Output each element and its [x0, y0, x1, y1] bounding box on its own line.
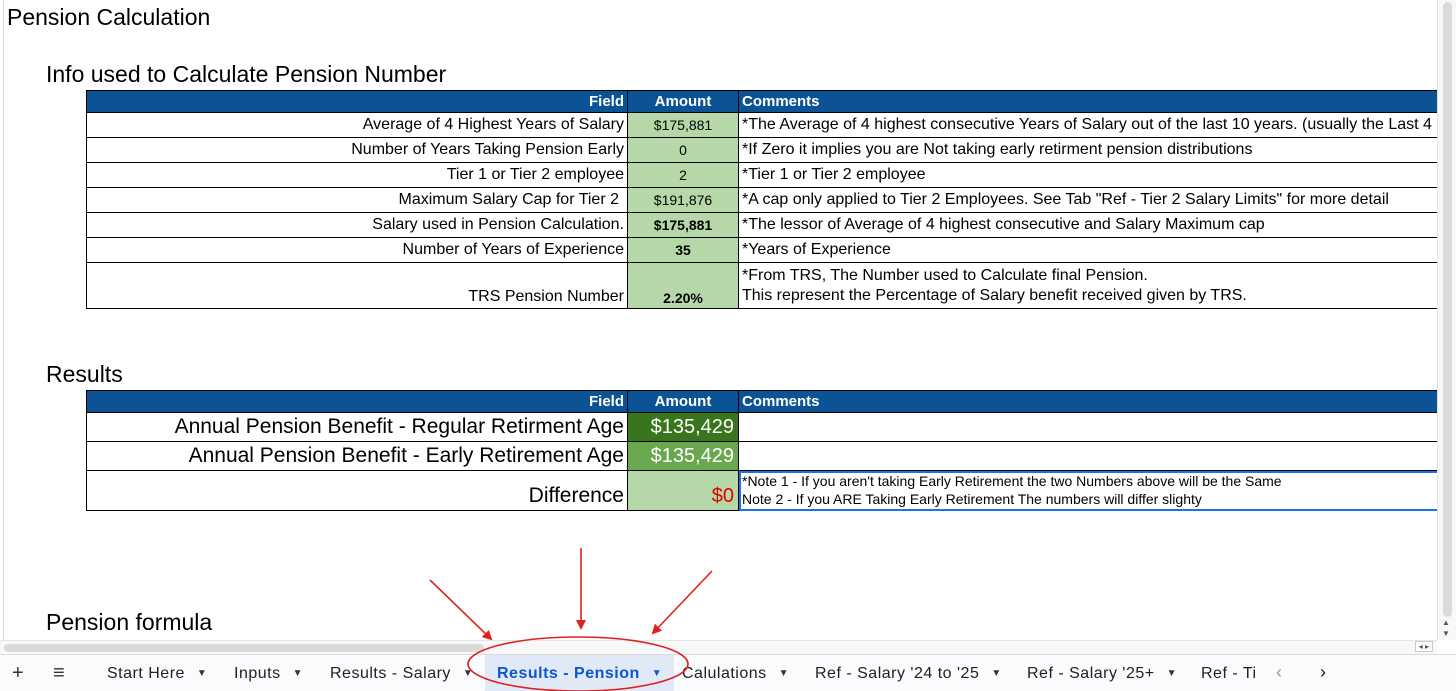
field-cell[interactable]: TRS Pension Number — [86, 262, 628, 309]
caret-down-icon[interactable]: ▼ — [1167, 668, 1177, 679]
header-comments[interactable]: Comments — [738, 390, 1439, 413]
vertical-scroll-thumb[interactable] — [1443, 2, 1452, 617]
page-title: Pension Calculation — [7, 4, 211, 30]
note-line: Note 2 - If you ARE Taking Early Retirem… — [742, 491, 1202, 507]
tab-label: Start Here — [107, 664, 185, 682]
sheet-tab-bar: + ≡ Start Here ▼ Inputs ▼ Results - Salary… — [0, 654, 1456, 691]
caret-down-icon[interactable]: ▼ — [463, 668, 473, 679]
caret-down-icon[interactable]: ▼ — [991, 668, 1001, 679]
comment-line: *From TRS, The Number used to Calculate … — [742, 266, 1148, 284]
header-field[interactable]: Field — [86, 390, 628, 413]
scroll-up-icon[interactable]: ▲ — [1442, 618, 1450, 627]
amount-cell[interactable]: 35 — [627, 237, 739, 263]
field-cell[interactable]: Salary used in Pension Calculation. — [86, 212, 628, 238]
tab-inputs[interactable]: Inputs ▼ — [234, 655, 303, 691]
results-table: Field Amount Comments Annual Pension Ben… — [86, 390, 1439, 511]
amount-cell[interactable]: 0 — [627, 137, 739, 163]
comment-cell[interactable] — [738, 441, 1439, 471]
field-cell[interactable]: Number of Years Taking Pension Early — [86, 137, 628, 163]
field-cell[interactable]: Number of Years of Experience — [86, 237, 628, 263]
tab-ref-ti[interactable]: Ref - Ti — [1201, 655, 1258, 691]
table-row: Difference $0 *Note 1 - If you aren't ta… — [86, 470, 1439, 511]
vertical-scrollbar[interactable]: ▲ ▼ — [1437, 0, 1456, 640]
field-cell[interactable]: Average of 4 Highest Years of Salary — [86, 112, 628, 138]
field-cell[interactable]: Annual Pension Benefit - Early Retiremen… — [86, 441, 628, 471]
tab-results-salary[interactable]: Results - Salary ▼ — [330, 655, 473, 691]
comment-cell[interactable]: *The lessor of Average of 4 highest cons… — [738, 212, 1439, 238]
table-row: Annual Pension Benefit - Regular Retirme… — [86, 412, 1439, 442]
comment-cell[interactable]: *If Zero it implies you are Not taking e… — [738, 137, 1439, 163]
tab-ref-salary-25-plus[interactable]: Ref - Salary '25+ ▼ — [1027, 655, 1177, 691]
field-cell[interactable]: Annual Pension Benefit - Regular Retirme… — [86, 412, 628, 442]
table-row: Average of 4 Highest Years of Salary $17… — [86, 112, 1439, 138]
header-comments[interactable]: Comments — [738, 90, 1439, 113]
formula-section-title: Pension formula — [46, 609, 213, 635]
amount-cell[interactable]: 2.20% — [627, 262, 739, 309]
header-amount[interactable]: Amount — [627, 390, 739, 413]
tab-results-pension[interactable]: Results - Pension ▼ — [485, 655, 675, 691]
info-table-header: Field Amount Comments — [86, 90, 1439, 113]
header-field[interactable]: Field — [86, 90, 628, 113]
comment-cell[interactable]: *Years of Experience — [738, 237, 1439, 263]
tab-label: Results - Pension — [497, 664, 640, 682]
table-row: Tier 1 or Tier 2 employee 2 *Tier 1 or T… — [86, 162, 1439, 188]
tab-label: Ref - Salary '25+ — [1027, 664, 1155, 682]
tab-calulations[interactable]: Calulations ▼ — [682, 655, 789, 691]
comment-cell[interactable] — [738, 412, 1439, 442]
tab-label: Ref - Ti — [1201, 664, 1257, 682]
tab-label: Ref - Salary '24 to '25 — [815, 664, 980, 682]
amount-cell[interactable]: $191,876 — [627, 187, 739, 213]
table-row: TRS Pension Number 2.20% *From TRS, The … — [86, 262, 1439, 309]
tab-label: Results - Salary — [330, 664, 451, 682]
red-arrow-right-icon — [651, 570, 713, 635]
caret-down-icon[interactable]: ▼ — [652, 668, 662, 679]
header-amount[interactable]: Amount — [627, 90, 739, 113]
table-row: Number of Years Taking Pension Early 0 *… — [86, 137, 1439, 163]
amount-cell[interactable]: $175,881 — [627, 112, 739, 138]
horizontal-scrollbar[interactable]: ◂ ▸ — [0, 640, 1437, 654]
amount-cell[interactable]: $135,429 — [627, 441, 739, 471]
comment-cell[interactable]: *The Average of 4 highest consecutive Ye… — [738, 112, 1439, 138]
scroll-down-icon[interactable]: ▼ — [1442, 629, 1450, 638]
field-cell[interactable]: Tier 1 or Tier 2 employee — [86, 162, 628, 188]
field-cell[interactable]: Maximum Salary Cap for Tier 2 — [86, 187, 628, 213]
results-table-header: Field Amount Comments — [86, 390, 1439, 413]
info-table: Field Amount Comments Average of 4 Highe… — [86, 90, 1439, 309]
caret-down-icon[interactable]: ▼ — [197, 668, 207, 679]
add-sheet-icon[interactable]: + — [12, 662, 24, 685]
red-arrow-left-icon — [429, 579, 493, 641]
comment-cell[interactable]: *A cap only applied to Tier 2 Employees.… — [738, 187, 1439, 213]
horizontal-scroll-thumb[interactable] — [4, 644, 484, 652]
comment-cell[interactable]: *Tier 1 or Tier 2 employee — [738, 162, 1439, 188]
tab-label: Inputs — [234, 664, 281, 682]
amount-cell[interactable]: $135,429 — [627, 412, 739, 442]
table-row: Number of Years of Experience 35 *Years … — [86, 237, 1439, 263]
comment-cell[interactable]: *From TRS, The Number used to Calculate … — [738, 262, 1439, 309]
tab-label: Calulations — [682, 664, 767, 682]
difference-amount-cell[interactable]: $0 — [627, 470, 739, 511]
selected-comment-cell[interactable]: *Note 1 - If you aren't taking Early Ret… — [738, 470, 1439, 511]
results-section-title: Results — [46, 361, 123, 387]
note-line: *Note 1 - If you aren't taking Early Ret… — [742, 473, 1282, 489]
amount-cell[interactable]: $175,881 — [627, 212, 739, 238]
field-cell[interactable]: Difference — [86, 470, 628, 511]
sheet-left-border — [0, 0, 4, 645]
caret-down-icon[interactable]: ▼ — [293, 668, 303, 679]
table-row: Annual Pension Benefit - Early Retiremen… — [86, 441, 1439, 471]
amount-cell[interactable]: 2 — [627, 162, 739, 188]
scroll-tabs-left-icon[interactable]: ‹ — [1276, 662, 1282, 683]
comment-line: This represent the Percentage of Salary … — [742, 286, 1247, 304]
tab-ref-salary-24-25[interactable]: Ref - Salary '24 to '25 ▼ — [815, 655, 1002, 691]
table-row: Maximum Salary Cap for Tier 2 $191,876 *… — [86, 187, 1439, 213]
horizontal-scroll-arrows-icon[interactable]: ◂ ▸ — [1414, 641, 1433, 652]
all-sheets-menu-icon[interactable]: ≡ — [53, 662, 65, 685]
scroll-tabs-right-icon[interactable]: › — [1320, 662, 1326, 683]
info-section-title: Info used to Calculate Pension Number — [46, 61, 447, 87]
table-row: Salary used in Pension Calculation. $175… — [86, 212, 1439, 238]
caret-down-icon[interactable]: ▼ — [779, 668, 789, 679]
tab-start-here[interactable]: Start Here ▼ — [107, 655, 207, 691]
